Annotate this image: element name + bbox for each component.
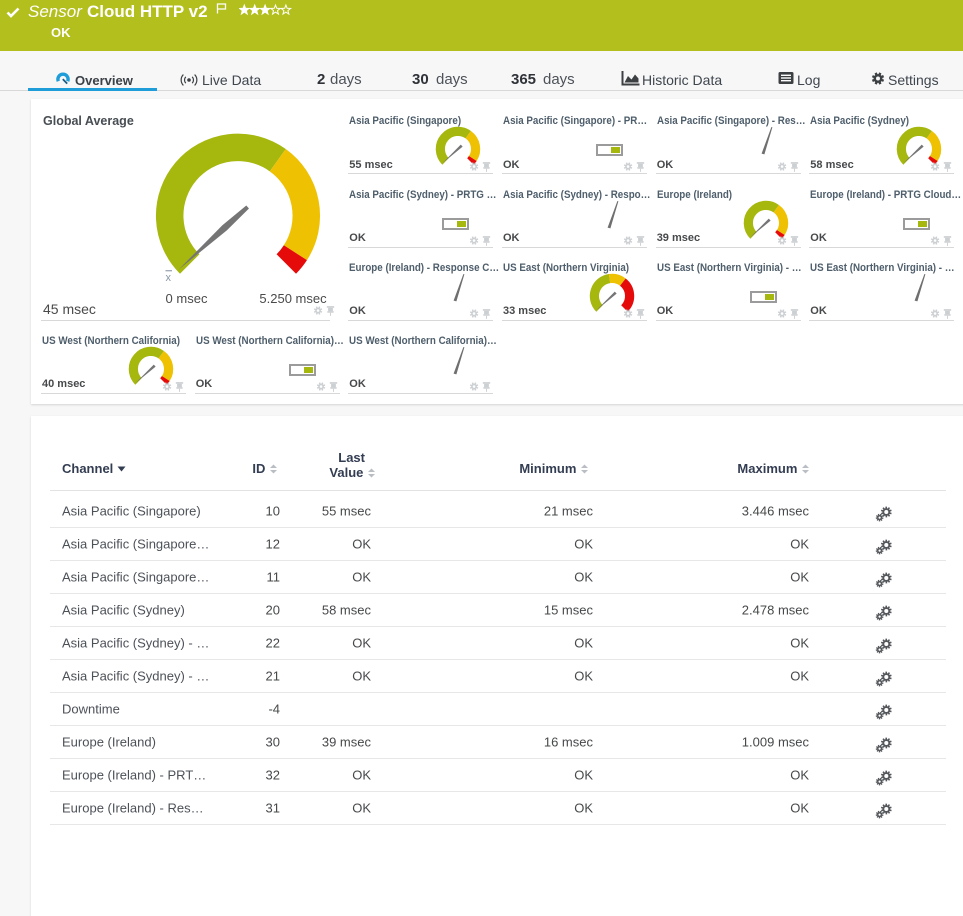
- svg-text:x: x: [166, 272, 172, 284]
